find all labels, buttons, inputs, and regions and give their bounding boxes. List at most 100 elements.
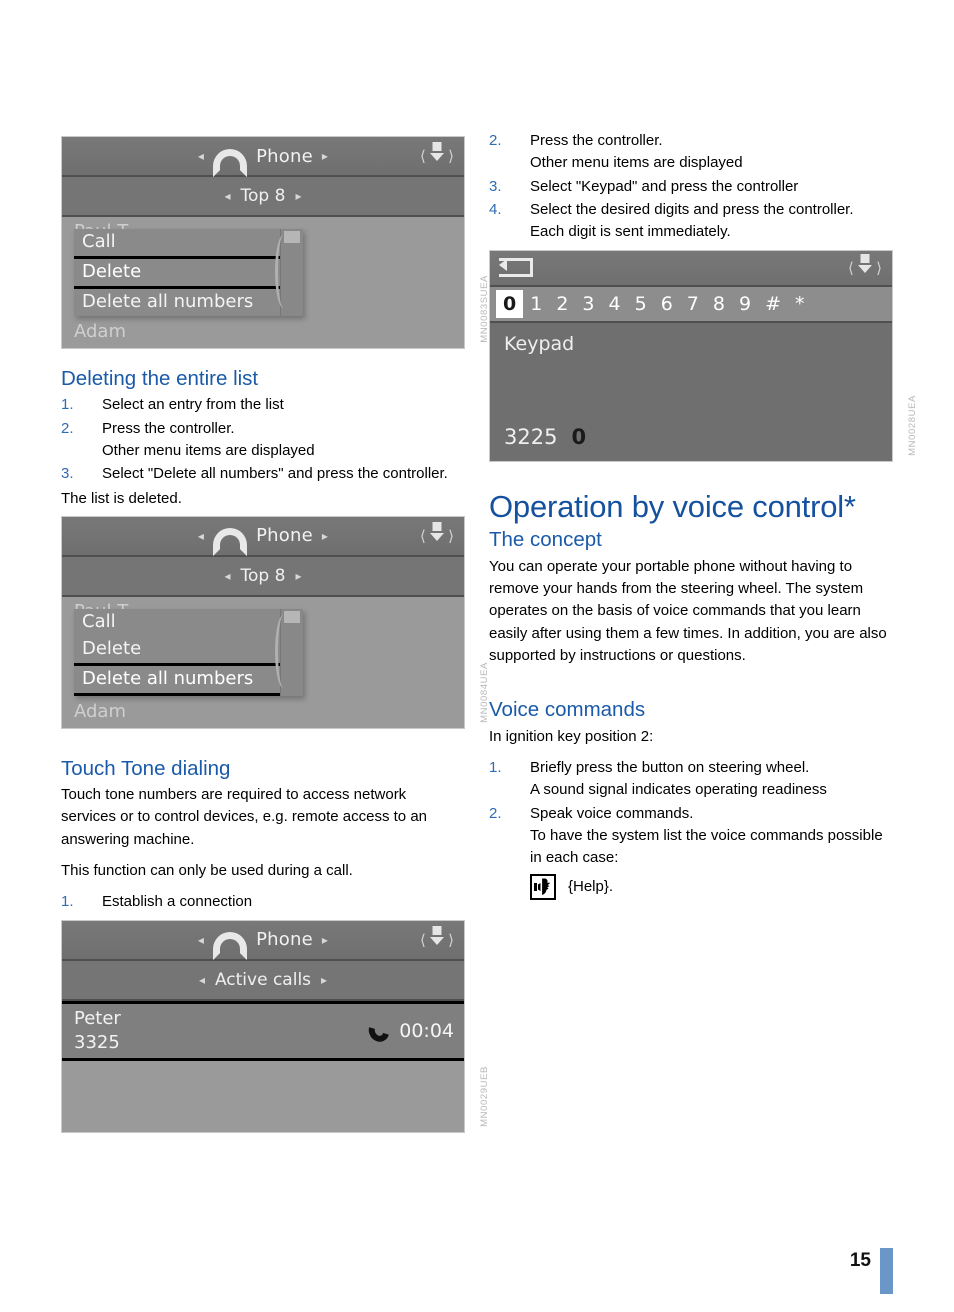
step-text: Establish a connection xyxy=(102,893,253,911)
menu-item-delete-all[interactable]: Delete all numbers xyxy=(74,289,303,316)
footer-accent-bar xyxy=(880,1248,893,1294)
prev-arrow-icon: ◂ xyxy=(197,932,205,947)
keypad-key-9[interactable]: 9 xyxy=(732,290,758,318)
steps-keypad-continued: 2. Press the controller. Other menu item… xyxy=(489,130,893,244)
keypad-key-3[interactable]: 3 xyxy=(575,290,601,318)
voice-speaking-head-icon xyxy=(530,873,556,900)
context-menu: Call Delete Delete all numbers xyxy=(74,608,303,696)
figure-phone-top8-delete-all: ◂ Phone ▸ ⟨⟩ ◂ Top 8 ▸ Paul T xyxy=(61,515,490,729)
step-note: To have the system list the voice comman… xyxy=(530,826,883,867)
screen-header-title-group: ◂ Phone ▸ xyxy=(197,525,329,557)
keypad-key-hash[interactable]: # xyxy=(758,290,788,318)
steps-touch-tone: 1. Establish a connection xyxy=(61,891,465,913)
step-item: 4. Select the desired digits and press t… xyxy=(489,199,893,244)
step-text: Select an entry from the list xyxy=(102,396,284,414)
step-item: 2. Press the controller. Other menu item… xyxy=(61,418,465,463)
page-footer: 15 xyxy=(850,1248,893,1294)
idrive-screen: ⟨ ⟩ 0 1 2 3 4 5 6 7 8 9 # * Keypad 3225 … xyxy=(489,249,893,462)
scroll-arc xyxy=(275,235,292,308)
screen-header-title-group: ◂ Phone ▸ xyxy=(197,929,329,961)
navigation-pad-icon: ⟨ ⟩ xyxy=(420,521,454,550)
screen-subtitle: Top 8 xyxy=(240,565,286,586)
subheader-prev-arrow-icon: ◂ xyxy=(198,972,205,987)
next-arrow-icon: ▸ xyxy=(321,528,329,543)
menu-scrollbar[interactable] xyxy=(275,229,303,316)
step-note: Other menu items are displayed xyxy=(102,441,315,459)
active-call-row[interactable]: Peter 3325 00:04 xyxy=(62,1000,464,1061)
prev-arrow-icon: ◂ xyxy=(197,528,205,543)
step-text: Select "Keypad" and press the controller xyxy=(530,177,799,195)
screen-header: ◂ Phone ▸ ⟨ ⟩ xyxy=(62,137,464,177)
figure-code: MN0028UEA xyxy=(907,394,918,456)
keypad-key-star[interactable]: * xyxy=(788,290,812,318)
keypad-key-1[interactable]: 1 xyxy=(523,290,549,318)
menu-item-call[interactable]: Call xyxy=(74,609,303,636)
screen-subtitle: Active calls xyxy=(214,969,312,990)
screen-subheader: ◂ Active calls ▸ xyxy=(62,960,464,1001)
step-number: 3. xyxy=(489,177,502,195)
screen-header: ⟨ ⟩ xyxy=(490,250,892,287)
menu-item-delete[interactable]: Delete xyxy=(74,636,303,663)
paragraph-concept: You can operate your portable phone with… xyxy=(489,557,887,664)
screen-body: Keypad 3225 0 xyxy=(490,322,892,461)
call-name: Peter xyxy=(74,1007,121,1029)
keypad-key-5[interactable]: 5 xyxy=(628,290,654,318)
context-menu: Call Delete Delete all numbers xyxy=(74,229,303,316)
figure-code: MN0029UEB xyxy=(479,1065,490,1127)
help-command-text: {Help}. xyxy=(568,878,614,896)
current-digit: 0 xyxy=(571,424,587,449)
navigation-pad-icon: ⟨ ⟩ xyxy=(420,142,454,170)
step-number: 1. xyxy=(489,758,502,776)
screen-title: Phone xyxy=(256,525,313,547)
screen-subheader: ◂ Top 8 ▸ xyxy=(62,556,464,597)
step-item: 1. Establish a connection xyxy=(61,891,465,913)
step-text: Press the controller. xyxy=(530,132,663,149)
subheader-next-arrow-icon: ▸ xyxy=(321,972,328,987)
step-item: 1. Select an entry from the list xyxy=(61,394,465,416)
screen-header-title-group: ◂ Phone ▸ xyxy=(197,146,329,177)
step-number: 4. xyxy=(489,201,502,219)
prev-arrow-icon: ◂ xyxy=(197,149,205,163)
idrive-screen: ◂ Phone ▸ ⟨⟩ ◂ Top 8 ▸ Paul T xyxy=(61,515,465,729)
list-item: Adam xyxy=(74,321,126,342)
keypad-entry: 3225 0 xyxy=(504,425,586,449)
figure-phone-top8-delete: ◂ Phone ▸ ⟨⟩ ◂ Top 8 ▸ Paul T xyxy=(61,136,490,349)
step-item: 2. Press the controller. Other menu item… xyxy=(489,130,893,175)
keypad-key-7[interactable]: 7 xyxy=(680,290,706,318)
step-note: Other menu items are displayed xyxy=(530,154,743,172)
subheader-prev-arrow-icon: ◂ xyxy=(224,568,231,583)
step-item: 2. Speak voice commands. To have the sys… xyxy=(489,803,893,870)
closing-note: The list is deleted. xyxy=(61,489,182,507)
screen-title: Phone xyxy=(256,929,313,951)
menu-scrollbar[interactable] xyxy=(275,608,303,696)
subheader-next-arrow-icon: ▸ xyxy=(295,189,302,203)
step-item: 3. Select "Delete all numbers" and press… xyxy=(61,463,465,485)
next-arrow-icon: ▸ xyxy=(321,932,329,947)
keypad-key-0[interactable]: 0 xyxy=(496,289,524,318)
step-text: Select the desired digits and press the … xyxy=(530,201,854,219)
menu-item-delete-all[interactable]: Delete all numbers xyxy=(74,662,303,696)
paragraph: This function can only be used during a … xyxy=(61,862,353,880)
idrive-screen: ◂ Phone ▸ ⟨⟩ ◂ Top 8 ▸ Paul T xyxy=(61,136,465,349)
handset-icon xyxy=(213,528,248,557)
screen-header: ◂ Phone ▸ ⟨ ⟩ xyxy=(62,920,464,961)
menu-item-call[interactable]: Call xyxy=(74,229,303,256)
keypad-key-6[interactable]: 6 xyxy=(654,290,680,318)
right-column: 2. Press the controller. Other menu item… xyxy=(489,130,918,900)
step-item: 3. Select "Keypad" and press the control… xyxy=(489,176,893,198)
step-text: Briefly press the button on steering whe… xyxy=(530,758,810,776)
keypad-key-2[interactable]: 2 xyxy=(549,290,575,318)
paragraph: Touch tone numbers are required to acces… xyxy=(61,786,427,848)
back-arrow-icon[interactable] xyxy=(499,257,533,277)
keypad-key-8[interactable]: 8 xyxy=(706,290,732,318)
keypad-key-4[interactable]: 4 xyxy=(602,290,628,318)
help-command-line: {Help}. xyxy=(489,873,893,900)
steps-voice-commands: 1. Briefly press the button on steering … xyxy=(489,757,893,870)
steps-deleting-entire-list: 1. Select an entry from the list 2. Pres… xyxy=(61,394,465,485)
figure-keypad: ⟨ ⟩ 0 1 2 3 4 5 6 7 8 9 # * Keypad 3225 … xyxy=(489,249,918,462)
manual-page: ◂ Phone ▸ ⟨⟩ ◂ Top 8 ▸ Paul T xyxy=(0,0,954,1312)
step-number: 2. xyxy=(489,804,502,822)
next-arrow-icon: ▸ xyxy=(321,149,329,163)
menu-item-delete[interactable]: Delete xyxy=(74,256,303,289)
subheader-next-arrow-icon: ▸ xyxy=(295,568,302,583)
